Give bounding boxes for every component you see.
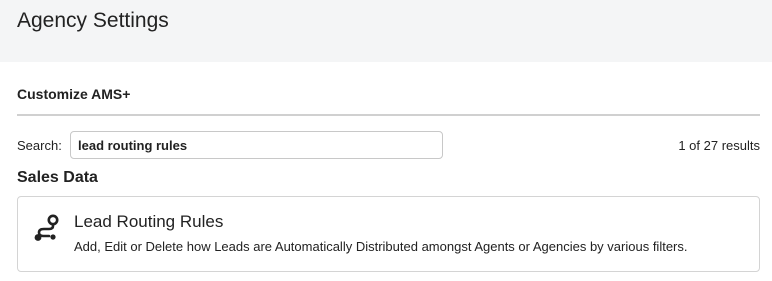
page-title: Agency Settings	[17, 9, 169, 32]
route-icon	[33, 213, 61, 243]
section-heading: Customize AMS+	[17, 86, 131, 102]
search-label: Search:	[17, 138, 62, 153]
section-divider	[17, 114, 760, 116]
card-description: Add, Edit or Delete how Leads are Automa…	[74, 239, 688, 254]
setting-card-lead-routing-rules[interactable]: Lead Routing Rules Add, Edit or Delete h…	[17, 196, 760, 272]
group-heading-sales-data: Sales Data	[17, 169, 98, 186]
card-title[interactable]: Lead Routing Rules	[74, 212, 223, 232]
search-input[interactable]	[70, 131, 443, 159]
results-count: 1 of 27 results	[678, 138, 760, 153]
page-header: Agency Settings	[0, 0, 772, 62]
